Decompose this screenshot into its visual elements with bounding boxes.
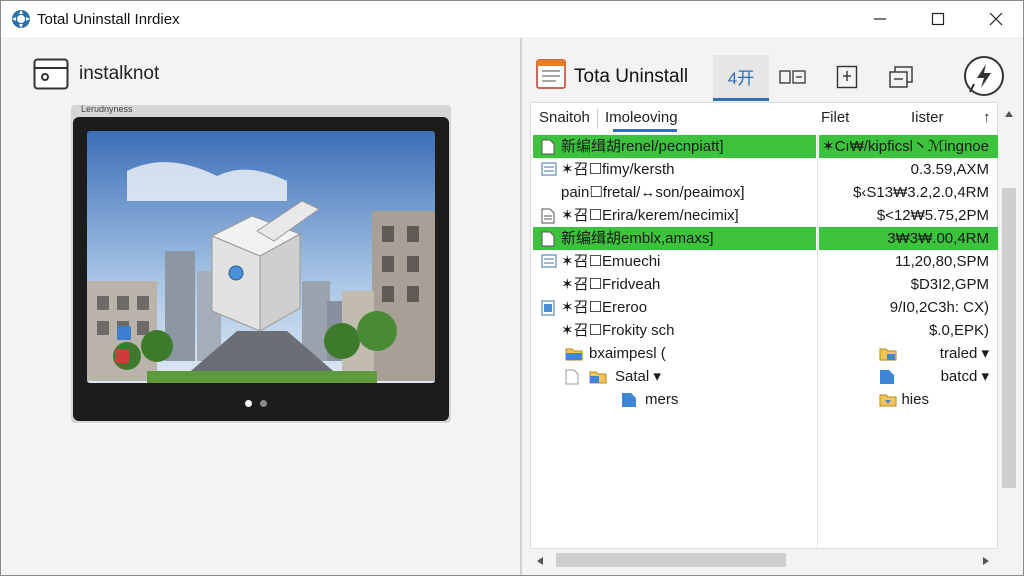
list-row-5[interactable]: 新编缉胡emblx,amaxs] 3₩3₩.00,4RM <box>531 227 999 250</box>
preview-caption: Lerudnyness <box>81 104 133 114</box>
row-date: ✶Cı₩/kipficsl丶ℳingnoe <box>822 138 989 155</box>
toolbar-title: Tota Uninstall <box>574 66 689 87</box>
close-icon <box>989 12 1003 26</box>
installation-pane: Tota Uninstall 4开 Snaitoh Imoleoving Fil… <box>522 38 1023 575</box>
row-date: 11,20,80,SPM <box>895 253 989 270</box>
list-row-12[interactable]: mers hies <box>531 388 999 411</box>
installation-list[interactable]: Snaitoh Imoleoving Filet Iister ↑ 新编缉胡re… <box>530 102 999 550</box>
list-row-11[interactable]: Satal ▾ batcd ▾ <box>531 365 999 388</box>
row-date: batcd ▾ <box>940 368 989 385</box>
row-date: $.0,EPK) <box>928 322 989 339</box>
horizontal-scroll-thumb[interactable] <box>556 553 786 567</box>
list-row-7[interactable]: ✶召☐Fridveah $D3I2,GPM <box>531 273 999 296</box>
notepad-app-icon <box>536 59 566 89</box>
doc-blue-icon <box>541 300 555 316</box>
doc-blue-icon <box>622 393 636 407</box>
window-title: Total Uninstall Inrdiex <box>37 10 180 28</box>
file-icon <box>541 139 555 155</box>
list-row-10[interactable]: bxaimpesl ( traled ▾ <box>531 342 999 365</box>
file-icon <box>541 231 555 247</box>
list-row-1[interactable]: 新编缉胡renel/pecnpiatt] ✶Cı₩/kipficsl丶ℳingn… <box>531 135 999 158</box>
row-name: ✶召☐Emuechi <box>561 253 661 270</box>
maximize-button[interactable] <box>909 1 967 37</box>
export-icon <box>836 65 858 89</box>
doc-icon <box>541 208 555 224</box>
row-date: $‹S13₩3.2,2.0,4RM <box>853 184 989 201</box>
duplicate-button[interactable] <box>886 62 916 92</box>
scroll-left-icon[interactable] <box>536 556 544 566</box>
vertical-scrollbar[interactable] <box>999 102 1019 549</box>
column-header-3[interactable]: Filet <box>821 103 849 133</box>
scroll-right-icon[interactable] <box>982 556 990 566</box>
row-date: traled ▾ <box>939 345 989 362</box>
carousel-dot-active[interactable] <box>245 400 252 407</box>
close-button[interactable] <box>967 1 1024 37</box>
row-name: ✶召☐Fridveah <box>561 276 661 293</box>
row-name: Satal ▾ <box>615 368 661 385</box>
list-row-4[interactable]: ✶召☐Erira/kerem/necimix] $<12₩5.75,2PM <box>531 204 999 227</box>
rename-button[interactable] <box>778 62 808 92</box>
row-date: hies <box>901 391 929 408</box>
minimize-button[interactable] <box>851 1 909 37</box>
horizontal-scrollbar[interactable] <box>530 549 998 571</box>
city-scene-image <box>87 131 435 383</box>
preview-header: instalknot <box>33 58 159 90</box>
column-header-1[interactable]: Snaitoh <box>539 103 590 133</box>
vertical-scroll-thumb[interactable] <box>1002 188 1016 488</box>
preview-title: instalknot <box>79 63 160 84</box>
row-name: bxaimpesl ( <box>589 345 666 362</box>
sort-indicator <box>613 129 677 132</box>
title-bar: Total Uninstall Inrdiex <box>1 1 1023 37</box>
preview-screen-image <box>87 131 435 383</box>
row-date: 3₩3₩.00,4RM <box>887 230 989 247</box>
list-icon <box>541 254 557 268</box>
scroll-up-icon[interactable] <box>1004 110 1014 118</box>
toolbar: Tota Uninstall 4开 <box>522 38 1023 102</box>
row-name: ✶召☐Erira/kerem/necimix] <box>561 207 739 224</box>
row-date: $<12₩5.75,2PM <box>876 207 989 224</box>
doc-blue-icon <box>880 370 894 384</box>
export-button[interactable] <box>832 62 862 92</box>
row-date: 0.3.59,AXM <box>910 161 989 178</box>
row-date: $D3I2,GPM <box>910 276 989 293</box>
carousel-dot[interactable] <box>260 400 267 407</box>
list-row-3[interactable]: pain☐fretal/↔son/peaimox] $‹S13₩3.2,2.0,… <box>531 181 999 204</box>
row-name: ✶召☐fimy/kersth <box>561 161 675 178</box>
app-logo-icon <box>12 10 30 28</box>
list-row-2[interactable]: ✶召☐fimy/kersth 0.3.59,AXM <box>531 158 999 181</box>
row-date: 9/I0,2C3h: CX) <box>889 299 989 316</box>
row-name: ✶召☐Ereroo <box>561 299 648 316</box>
folder-icon <box>589 371 607 384</box>
tab-active[interactable]: 4开 <box>713 55 769 101</box>
help-flash-icon[interactable] <box>962 54 1006 98</box>
row-name: 新编缉胡renel/pecnpiatt] <box>561 138 724 155</box>
sort-up-icon[interactable]: ↑ <box>983 103 991 133</box>
folder-blue-icon <box>565 348 583 361</box>
column-header-4[interactable]: Iister <box>911 103 944 133</box>
file-icon <box>565 369 579 385</box>
maximize-icon <box>931 12 945 26</box>
tab-label: 4开 <box>727 69 755 88</box>
row-name: ✶召☐Frokity sch <box>561 322 675 339</box>
app-window: Total Uninstall Inrdiex instalknot Lerud… <box>0 0 1024 576</box>
duplicate-icon <box>889 66 913 88</box>
list-row-6[interactable]: ✶召☐Emuechi 11,20,80,SPM <box>531 250 999 273</box>
list-icon <box>541 162 557 176</box>
column-separator[interactable] <box>597 109 598 129</box>
installer-box-icon <box>33 58 69 90</box>
minimize-icon <box>874 18 886 20</box>
rename-icon <box>779 70 806 84</box>
row-name: mers <box>645 391 679 408</box>
folder-icon <box>879 348 897 361</box>
list-row-8[interactable]: ✶召☐Ereroo 9/I0,2C3h: CX) <box>531 296 999 319</box>
list-row-9[interactable]: ✶召☐Frokity sch $.0,EPK) <box>531 319 999 342</box>
folder-icon <box>879 394 897 407</box>
row-name: pain☐fretal/↔son/peaimox] <box>561 184 745 201</box>
row-name: 新编缉胡emblx,amaxs] <box>561 230 714 247</box>
